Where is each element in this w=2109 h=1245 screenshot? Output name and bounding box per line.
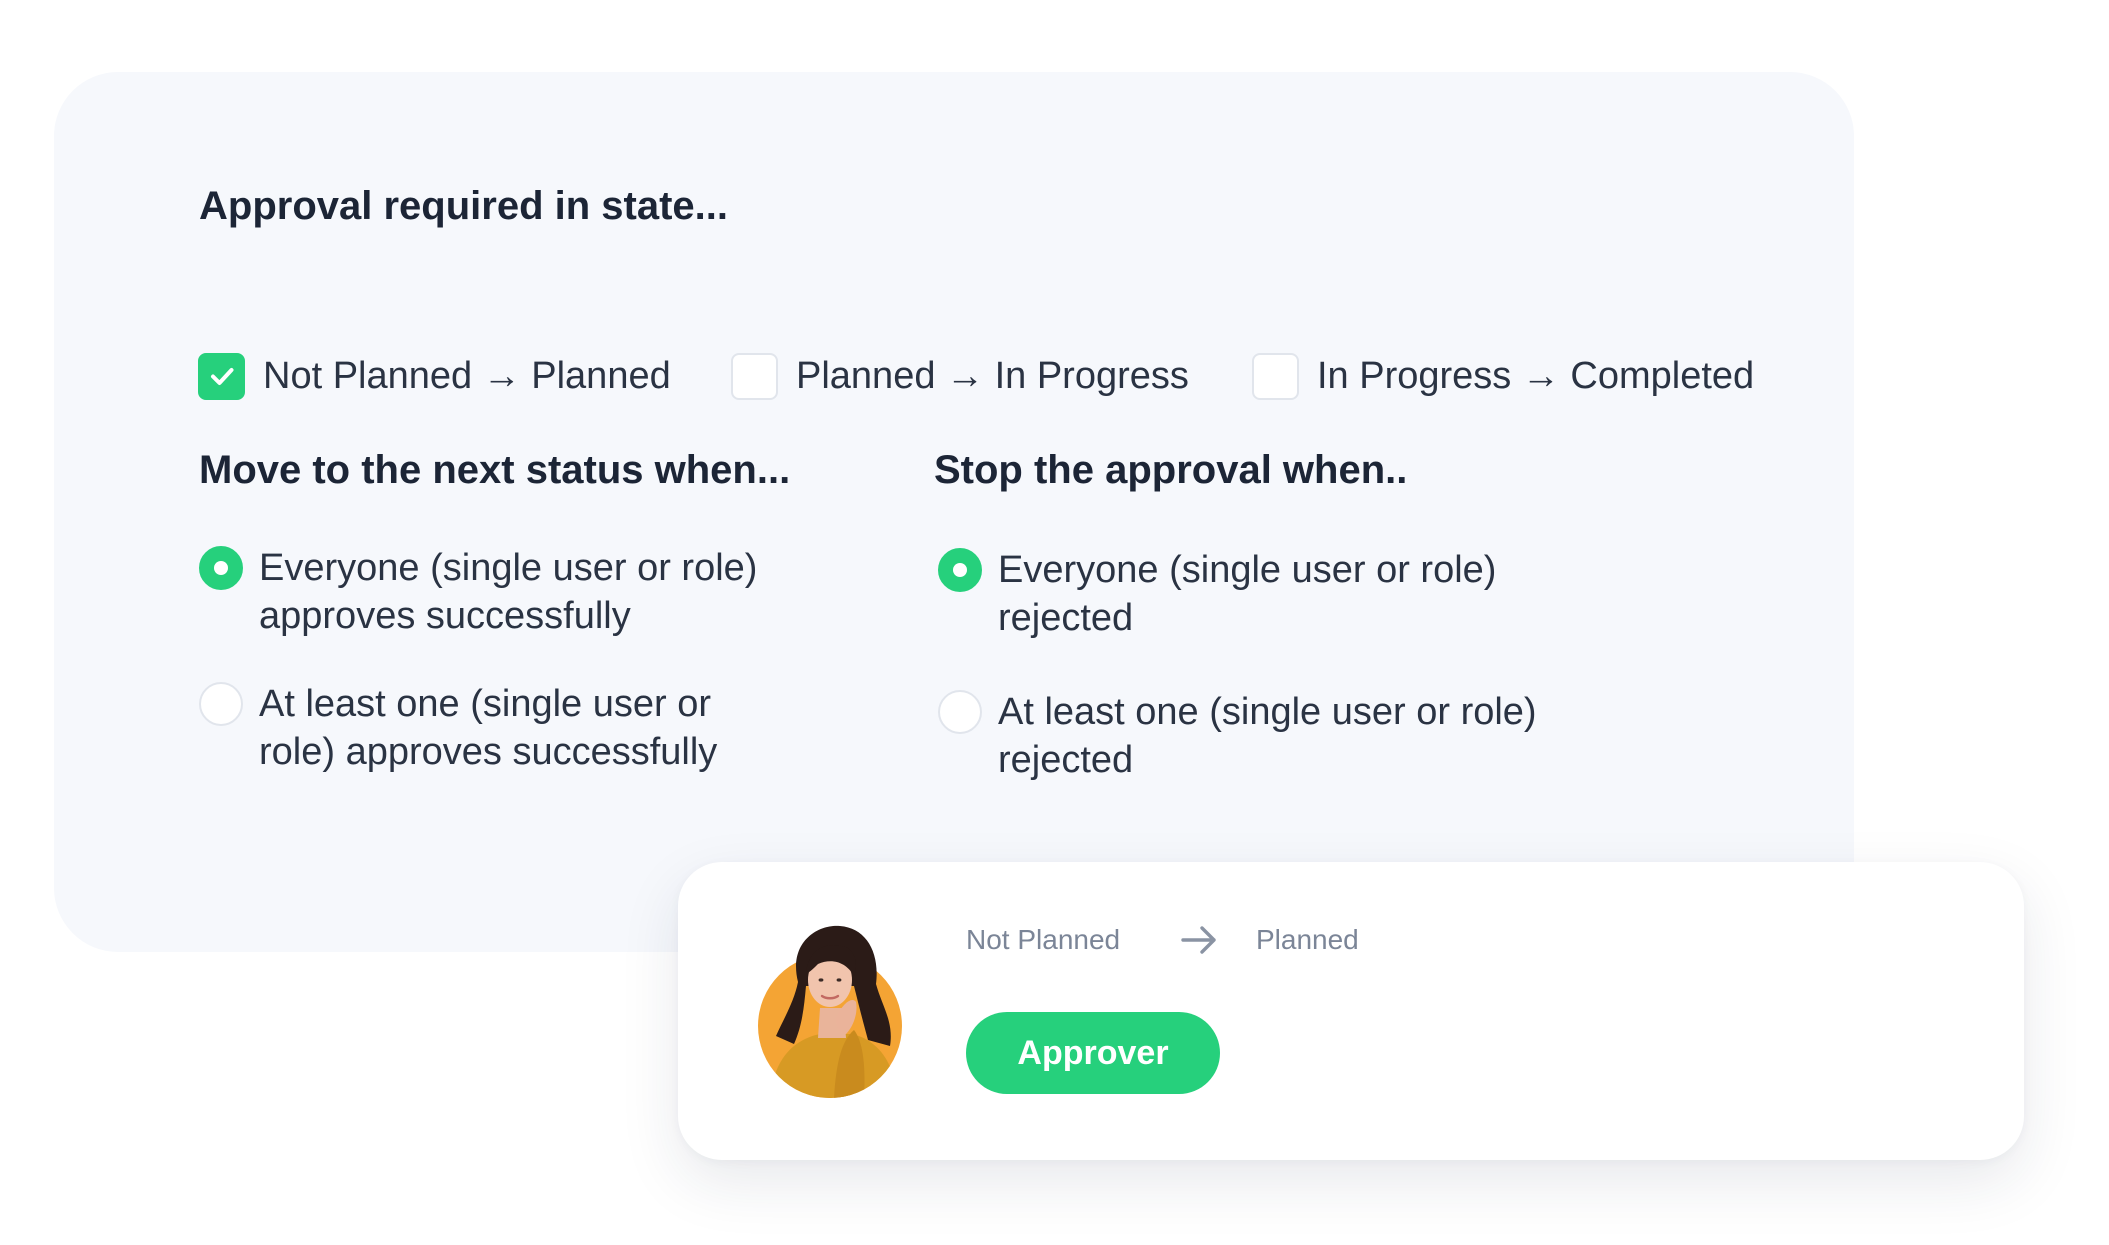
radio-label: At least one (single user or role) rejec… [998,688,1537,784]
approver-card: Not Planned Planned Approver [678,862,2024,1160]
radio-label-line: At least one (single user or [259,683,712,725]
avatar-illustration [758,925,902,1098]
radio-label-line: At least one (single user or role) [998,691,1537,733]
radio-option-at-least-one-approves[interactable]: At least one (single user or role) appro… [199,680,717,776]
from-state-label: Not Planned [966,924,1121,955]
checkbox-label: In Progress → Completed [1317,355,1755,397]
checkbox-option-planned-to-in-progress[interactable]: Planned → In Progress [731,352,1189,400]
radio-option-at-least-one-rejected[interactable]: At least one (single user or role) rejec… [938,688,1537,784]
to-state-label: Planned [1256,924,1359,955]
radio-label-line: Everyone (single user or role) [998,549,1497,591]
approval-settings-panel: Approval required in state... Not Planne… [54,72,1854,952]
radio-button-selected[interactable] [938,548,982,592]
radio-label-line: Everyone (single user or role) [259,547,758,589]
move-next-status-heading: Move to the next status when... [199,448,791,492]
checkbox-label: Not Planned → Planned [263,355,671,397]
checkbox-checked[interactable] [198,352,245,400]
checkbox-option-in-progress-to-completed[interactable]: In Progress → Completed [1252,352,1754,400]
checkbox-option-not-planned-to-planned[interactable]: Not Planned → Planned [198,352,671,400]
checkmark-icon [210,368,233,385]
checkbox-label: Planned → In Progress [796,355,1189,397]
approval-required-heading: Approval required in state... [199,184,729,228]
radio-button[interactable] [199,682,243,726]
radio-button-selected[interactable] [199,546,243,590]
arrow-right-icon [1180,922,1220,958]
radio-option-everyone-rejected[interactable]: Everyone (single user or role) rejected [938,546,1496,642]
radio-label: At least one (single user or role) appro… [259,680,717,776]
radio-label: Everyone (single user or role) approves … [259,544,757,640]
approval-settings-page: Approval required in state... Not Planne… [0,0,2109,1245]
radio-label-line: approves successfully [259,595,631,637]
radio-label-line: role) approves successfully [259,731,718,773]
radio-label-line: rejected [998,739,1134,781]
radio-label: Everyone (single user or role) rejected [998,546,1496,642]
radio-button[interactable] [938,690,982,734]
stop-approval-heading: Stop the approval when.. [934,448,1408,492]
radio-option-everyone-approves[interactable]: Everyone (single user or role) approves … [199,544,757,640]
checkbox-unchecked[interactable] [731,352,778,400]
checkbox-unchecked[interactable] [1252,352,1299,400]
user-avatar [758,922,902,1098]
approver-button[interactable]: Approver [966,1012,1220,1094]
radio-label-line: rejected [998,597,1134,639]
